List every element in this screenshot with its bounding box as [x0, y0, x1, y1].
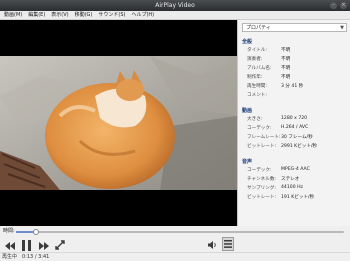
- video-row-size: 大きさ: 1280 x 720: [247, 116, 308, 122]
- general-row-artist: 演奏者: 不明: [247, 57, 291, 62]
- menu-item-go[interactable]: 移動(G): [75, 11, 93, 19]
- menu-item-view[interactable]: 表示(V): [51, 11, 68, 19]
- fast-forward-icon: [38, 241, 49, 250]
- status-bar: 再生中 0:13 / 3:41: [0, 252, 350, 261]
- menu-item-movie[interactable]: 動画(M): [4, 11, 22, 19]
- sidebar-toggle-button[interactable]: [222, 237, 234, 251]
- window-title: AirPlay Video: [155, 2, 195, 9]
- properties-panel: プロパティ ▼ 全般 タイトル: 不明 演奏者: 不明 アルバム名: 不明 制作年: 不…: [237, 20, 350, 226]
- seek-handle[interactable]: [32, 229, 39, 235]
- minimize-button[interactable]: –: [330, 2, 337, 9]
- window-titlebar: AirPlay Video – ×: [0, 0, 350, 11]
- general-row-album: アルバム名: 不明: [247, 66, 291, 71]
- video-area[interactable]: [0, 20, 237, 226]
- window-buttons: – ×: [330, 2, 347, 9]
- section-audio-title: 音声: [242, 159, 253, 165]
- menu-bar: 動画(M) 編集(E) 表示(V) 移動(G) サウンド(S) ヘルプ(H): [0, 11, 350, 20]
- panel-select-value: プロパティ: [246, 25, 271, 31]
- general-row-duration: 再生時間: 3 分 41 秒: [247, 84, 304, 89]
- volume-icon: [208, 240, 216, 249]
- section-video-title: 動画: [242, 108, 253, 114]
- volume-button[interactable]: [207, 239, 218, 250]
- seek-bar[interactable]: [16, 229, 344, 235]
- seek-row: 時間:: [0, 227, 350, 236]
- video-row-codec: コーデック: H.264 / AVC: [247, 125, 309, 131]
- general-row-title: タイトル: 不明: [247, 48, 291, 53]
- pause-button[interactable]: [19, 237, 34, 253]
- general-row-comment: コメント:: [247, 93, 267, 98]
- close-button[interactable]: ×: [340, 2, 347, 9]
- menu-item-edit[interactable]: 編集(E): [28, 11, 45, 19]
- menu-item-help[interactable]: ヘルプ(H): [131, 11, 154, 19]
- fullscreen-button[interactable]: [53, 238, 66, 251]
- fast-forward-button[interactable]: [37, 239, 50, 252]
- chevron-down-icon: ▼: [340, 25, 344, 31]
- fullscreen-icon: [54, 239, 65, 250]
- video-row-framerate: フレームレート: 30 フレーム/秒: [247, 135, 313, 140]
- audio-row-channels: チャンネル数: ステレオ: [247, 177, 300, 182]
- audio-row-samplerate: サンプリング: 44100 Hz: [247, 185, 303, 191]
- video-frame: [0, 56, 237, 190]
- audio-row-bitrate: ビットレート: 191 Kビット/秒: [247, 195, 315, 200]
- menu-item-sound[interactable]: サウンド(S): [98, 11, 125, 19]
- sidebar-toggle-icon: [224, 240, 232, 248]
- general-row-year: 制作年: 不明: [247, 75, 291, 80]
- section-general-title: 全般: [242, 39, 253, 45]
- panel-select[interactable]: プロパティ ▼: [242, 23, 347, 32]
- pause-icon: [22, 239, 31, 251]
- rewind-icon: [4, 241, 15, 250]
- seek-label: 時間:: [3, 228, 15, 234]
- video-row-bitrate: ビットレート: 2991 Kビット/秒: [247, 144, 318, 149]
- audio-row-codec: コーデック: MPEG-4 AAC: [247, 167, 310, 173]
- rewind-button[interactable]: [3, 239, 16, 252]
